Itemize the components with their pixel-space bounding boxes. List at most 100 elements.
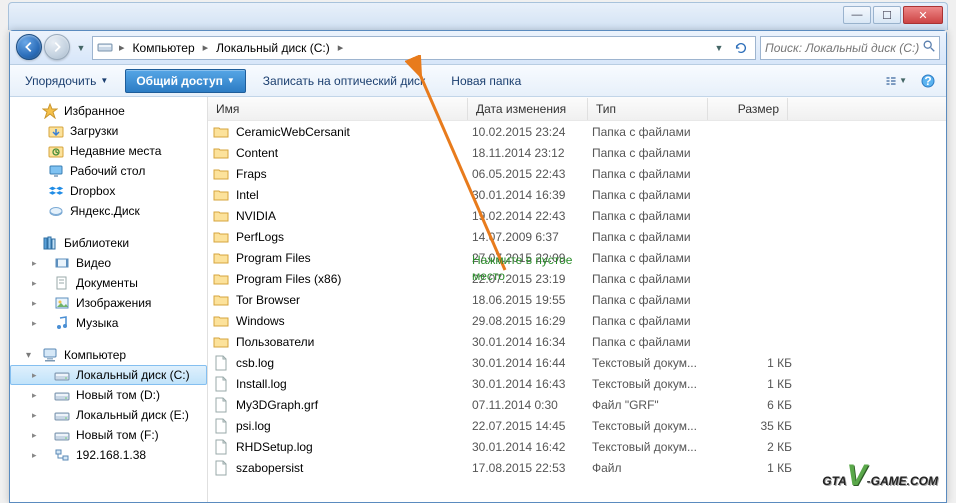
drive-item[interactable]: ▸192.168.1.38 [10, 445, 207, 465]
hdd-icon [54, 387, 70, 403]
file-size: 35 КБ [712, 419, 792, 433]
file-name: psi.log [236, 419, 271, 433]
column-date[interactable]: Дата изменения [468, 98, 588, 120]
column-name[interactable]: Имя [208, 98, 468, 120]
file-name: Install.log [236, 377, 287, 391]
chevron-right-icon[interactable]: ▸ [117, 41, 127, 54]
folder-item[interactable]: Fraps06.05.2015 22:43Папка с файлами [208, 163, 946, 184]
back-button[interactable] [16, 34, 42, 60]
file-item[interactable]: psi.log22.07.2015 14:45Текстовый докум..… [208, 415, 946, 436]
nav-item-label: Новый том (D:) [76, 388, 160, 402]
drive-item[interactable]: ▸Новый том (D:) [10, 385, 207, 405]
history-dropdown[interactable]: ▼ [74, 35, 88, 61]
folder-item[interactable]: Windows29.08.2015 16:29Папка с файлами [208, 310, 946, 331]
favorites-header[interactable]: Избранное [10, 101, 207, 121]
file-icon [212, 459, 230, 477]
drive-item[interactable]: ▸Локальный диск (E:) [10, 405, 207, 425]
nav-item-label: Рабочий стол [70, 164, 145, 178]
share-button[interactable]: Общий доступ ▼ [125, 69, 245, 93]
file-icon [212, 396, 230, 414]
file-date: 18.11.2014 23:12 [472, 146, 592, 160]
address-bar[interactable]: ▸ Компьютер ▸ Локальный диск (C:) ▸ ▼ [92, 36, 756, 60]
file-date: 29.08.2015 16:29 [472, 314, 592, 328]
search-box[interactable] [760, 36, 940, 60]
file-item[interactable]: szabopersist17.08.2015 22:53Файл1 КБ [208, 457, 946, 478]
file-date: 17.08.2015 22:53 [472, 461, 592, 475]
close-button[interactable]: ✕ [903, 6, 943, 24]
folder-icon [212, 228, 230, 246]
address-bar-row: ▼ ▸ Компьютер ▸ Локальный диск (C:) ▸ ▼ [10, 31, 946, 65]
favorites-item[interactable]: Dropbox [10, 181, 207, 201]
drive-item[interactable]: ▸Локальный диск (C:) [10, 365, 207, 385]
arrow-left-icon [22, 40, 36, 54]
breadcrumb-drive-c[interactable]: Локальный диск (C:) [212, 39, 334, 57]
nav-item-label: Яндекс.Диск [70, 204, 140, 218]
folder-item[interactable]: Content18.11.2014 23:12Папка с файлами [208, 142, 946, 163]
favorites-item[interactable]: Недавние места [10, 141, 207, 161]
favorites-item[interactable]: Яндекс.Диск [10, 201, 207, 221]
minimize-button[interactable]: — [843, 6, 871, 24]
libraries-header[interactable]: Библиотеки [10, 233, 207, 253]
column-type[interactable]: Тип [588, 98, 708, 120]
organize-button[interactable]: Упорядочить ▼ [16, 69, 117, 93]
library-item[interactable]: ▸Музыка [10, 313, 207, 333]
help-button[interactable]: ? [916, 69, 940, 93]
column-size[interactable]: Размер [708, 98, 788, 120]
nav-item-label: Локальный диск (C:) [76, 368, 190, 382]
file-date: 30.01.2014 16:34 [472, 335, 592, 349]
maximize-button[interactable]: ☐ [873, 6, 901, 24]
chevron-right-icon[interactable]: ▸ [201, 41, 211, 54]
favorites-label: Избранное [64, 104, 125, 118]
favorites-item[interactable]: Рабочий стол [10, 161, 207, 181]
folder-item[interactable]: Tor Browser18.06.2015 19:55Папка с файла… [208, 289, 946, 310]
file-item[interactable]: RHDSetup.log30.01.2014 16:42Текстовый до… [208, 436, 946, 457]
hdd-icon [54, 367, 70, 383]
folder-icon [212, 333, 230, 351]
file-type: Папка с файлами [592, 251, 712, 265]
drive-item[interactable]: ▸Новый том (F:) [10, 425, 207, 445]
file-name: Content [236, 146, 278, 160]
search-input[interactable] [765, 41, 922, 55]
navigation-pane[interactable]: Избранное ЗагрузкиНедавние места Рабочий … [10, 97, 208, 502]
file-type: Папка с файлами [592, 167, 712, 181]
file-size: 2 КБ [712, 440, 792, 454]
downloads-icon [48, 123, 64, 139]
dropbox-icon [48, 183, 64, 199]
file-type: Папка с файлами [592, 230, 712, 244]
favorites-item[interactable]: Загрузки [10, 121, 207, 141]
breadcrumb-computer[interactable]: Компьютер [129, 39, 199, 57]
file-size: 1 КБ [712, 356, 792, 370]
view-options-button[interactable]: ▼ [884, 69, 908, 93]
search-icon [922, 39, 936, 56]
computer-label: Компьютер [64, 348, 126, 362]
folder-item[interactable]: NVIDIA19.02.2014 22:43Папка с файлами [208, 205, 946, 226]
folder-item[interactable]: Пользователи30.01.2014 16:34Папка с файл… [208, 331, 946, 352]
folder-item[interactable]: CeramicWebCersanit10.02.2015 23:24Папка … [208, 121, 946, 142]
library-item[interactable]: ▸Видео [10, 253, 207, 273]
address-dropdown[interactable]: ▼ [709, 38, 729, 58]
file-name: Tor Browser [236, 293, 300, 307]
file-date: 07.11.2014 0:30 [472, 398, 592, 412]
folder-item[interactable]: Program Files27.07.2015 22:09Папка с фай… [208, 247, 946, 268]
folder-item[interactable]: Program Files (x86)22.07.2015 23:19Папка… [208, 268, 946, 289]
file-item[interactable]: Install.log30.01.2014 16:43Текстовый док… [208, 373, 946, 394]
library-item[interactable]: ▸Документы [10, 273, 207, 293]
file-type: Папка с файлами [592, 335, 712, 349]
library-item[interactable]: ▸Изображения [10, 293, 207, 313]
forward-button[interactable] [44, 34, 70, 60]
burn-disc-button[interactable]: Записать на оптический диск [254, 69, 435, 93]
file-icon [212, 375, 230, 393]
new-folder-button[interactable]: Новая папка [442, 69, 530, 93]
folder-item[interactable]: PerfLogs14.07.2009 6:37Папка с файлами [208, 226, 946, 247]
file-list-pane[interactable]: Имя Дата изменения Тип Размер CeramicWeb… [208, 97, 946, 502]
folder-icon [212, 123, 230, 141]
file-item[interactable]: csb.log30.01.2014 16:44Текстовый докум..… [208, 352, 946, 373]
refresh-button[interactable] [731, 38, 751, 58]
folder-item[interactable]: Intel30.01.2014 16:39Папка с файлами [208, 184, 946, 205]
expand-icon: ▸ [32, 298, 42, 309]
chevron-right-icon[interactable]: ▸ [336, 41, 346, 54]
file-item[interactable]: My3DGraph.grf07.11.2014 0:30Файл "GRF"6 … [208, 394, 946, 415]
file-name: CeramicWebCersanit [236, 125, 350, 139]
computer-header[interactable]: ▾ Компьютер [10, 345, 207, 365]
file-name: Program Files [236, 251, 311, 265]
